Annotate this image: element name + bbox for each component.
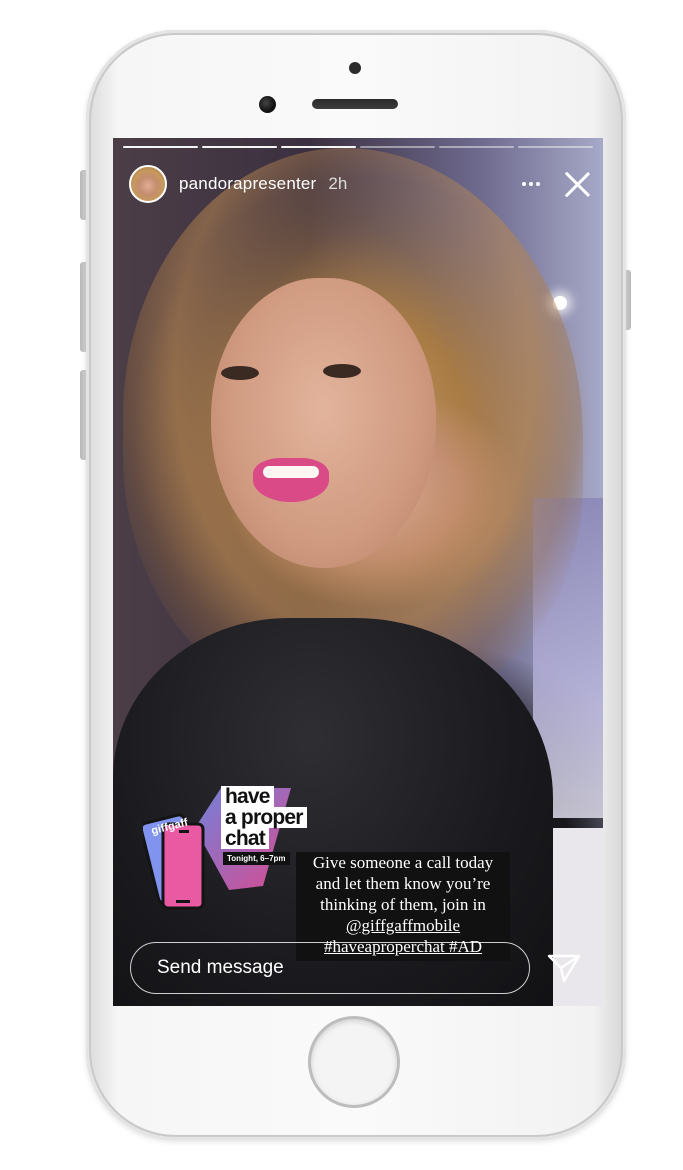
story-header: pandorapresenter 2h [129, 162, 591, 206]
send-paper-plane-icon[interactable] [547, 953, 581, 983]
presenter-face [211, 278, 436, 568]
story-progress-bar [123, 146, 593, 148]
story-screen[interactable]: pandorapresenter 2h giffgaff have a prop… [113, 138, 603, 1006]
progress-segment [202, 146, 277, 148]
presenter-eye-right [323, 364, 361, 378]
caption-line: and let them know you’re [315, 874, 491, 893]
mention-link[interactable]: @giffgaffmobile [296, 915, 510, 936]
progress-segment [439, 146, 514, 148]
presenter-mouth [253, 458, 329, 502]
send-message-input[interactable]: Send message [130, 942, 530, 994]
sticker-title-line: have [221, 786, 274, 807]
avatar[interactable] [129, 165, 167, 203]
progress-segment [123, 146, 198, 148]
progress-segment [360, 146, 435, 148]
username[interactable]: pandorapresenter [179, 174, 316, 194]
front-camera [259, 96, 276, 113]
sticker-title-line: chat [221, 828, 269, 849]
send-message-placeholder: Send message [157, 957, 284, 978]
presenter-teeth [263, 466, 319, 478]
earpiece-speaker [312, 99, 398, 109]
caption-line: thinking of them, join in [320, 895, 486, 914]
sticker-title: have a proper chat [221, 786, 307, 849]
time-ago: 2h [328, 174, 348, 193]
presenter-eye-left [221, 366, 259, 380]
progress-segment [518, 146, 593, 148]
progress-segment [281, 146, 356, 148]
more-horizontal-icon[interactable] [515, 172, 547, 196]
proximity-sensor [349, 62, 361, 74]
close-icon[interactable] [563, 170, 591, 198]
sticker-title-line: a proper [221, 807, 307, 828]
home-button[interactable] [311, 1019, 397, 1105]
caption-line: Give someone a call today [312, 853, 494, 872]
sticker-tagline: Tonight, 6–7pm [223, 852, 290, 865]
